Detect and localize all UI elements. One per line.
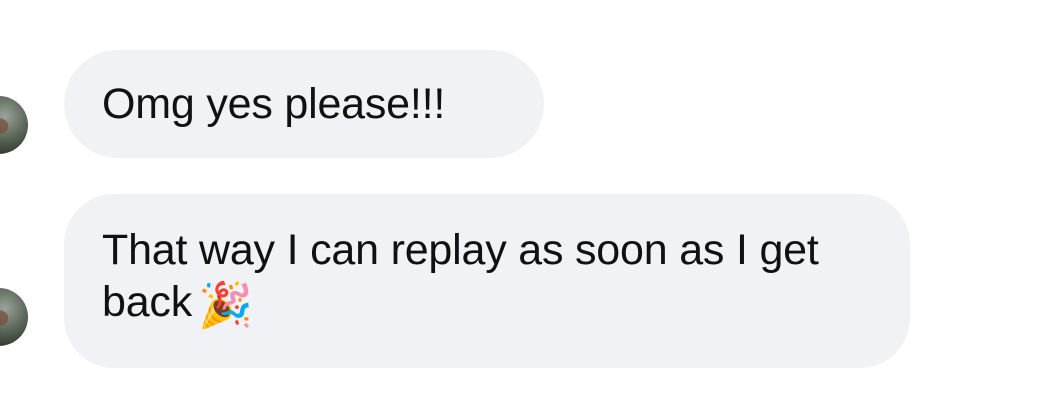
avatar[interactable] xyxy=(0,96,28,154)
avatar[interactable] xyxy=(0,288,28,346)
party-popper-icon: 🎉 xyxy=(198,281,253,330)
message-text: Omg yes please!!! xyxy=(102,80,446,128)
message-bubble[interactable]: That way I can replay as soon as I get b… xyxy=(64,194,910,368)
message-bubble[interactable]: Omg yes please!!! xyxy=(64,50,544,158)
